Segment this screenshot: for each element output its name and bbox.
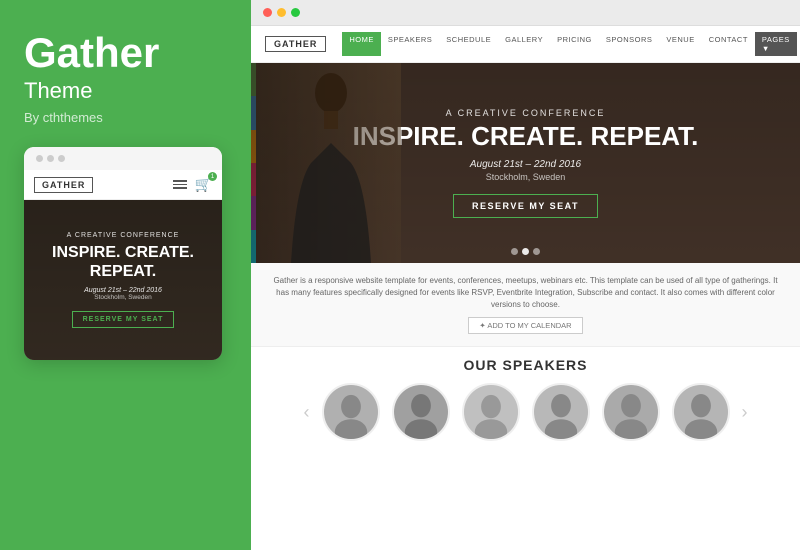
nav-speakers[interactable]: SPEAKERS xyxy=(381,32,439,56)
desktop-logo: GATHER xyxy=(265,36,326,52)
desktop-hero-city: Stockholm, Sweden xyxy=(486,172,566,182)
hero-person xyxy=(251,63,401,263)
mobile-cta-button[interactable]: RESERVE MY SEAT xyxy=(72,311,175,328)
mobile-logo: GATHER xyxy=(34,177,93,193)
carousel-next-arrow[interactable]: › xyxy=(742,402,748,423)
cart-icon[interactable]: 🛒 1 xyxy=(195,176,212,193)
nav-pages[interactable]: PAGES ▼ xyxy=(755,32,797,56)
speaker-avatar-1[interactable] xyxy=(322,383,380,441)
speakers-row: ‹ xyxy=(271,383,780,441)
hero-dot-3[interactable] xyxy=(533,248,540,255)
mobile-mockup: GATHER 🛒 1 A CREATIVE CONFERENCE INSPIRE… xyxy=(24,147,222,360)
browser-chrome xyxy=(251,0,800,26)
app-subtitle: Theme xyxy=(24,78,92,104)
hero-dot-2[interactable] xyxy=(522,248,529,255)
hero-carousel-dots xyxy=(511,248,540,255)
browser-dot-yellow xyxy=(277,8,286,17)
mobile-topbar xyxy=(24,147,222,170)
desktop-hero: A CREATIVE CONFERENCE INSPIRE. CREATE. R… xyxy=(251,63,800,263)
browser-dot-red xyxy=(263,8,272,17)
carousel-prev-arrow[interactable]: ‹ xyxy=(304,402,310,423)
mobile-nav: GATHER 🛒 1 xyxy=(24,170,222,200)
nav-venue[interactable]: VENUE xyxy=(659,32,701,56)
mobile-hero-city: Stockholm, Sweden xyxy=(94,294,151,301)
speaker-avatar-4[interactable] xyxy=(532,383,590,441)
mobile-hero-title: INSPIRE. CREATE. REPEAT. xyxy=(34,243,212,281)
right-panel: GATHER HOME SPEAKERS SCHEDULE GALLERY PR… xyxy=(248,0,800,550)
speakers-title: OUR SPEAKERS xyxy=(271,357,780,373)
speakers-section: OUR SPEAKERS ‹ xyxy=(251,347,800,550)
mobile-dot-yellow xyxy=(47,155,54,162)
speaker-avatar-3[interactable] xyxy=(462,383,520,441)
desktop-cta-button[interactable]: RESERVE MY SEAT xyxy=(453,194,598,218)
description-section: Gather is a responsive website template … xyxy=(251,263,800,347)
app-title: Gather xyxy=(24,30,159,76)
hamburger-icon[interactable] xyxy=(173,180,187,189)
speaker-avatar-2[interactable] xyxy=(392,383,450,441)
speaker-avatar-6[interactable] xyxy=(672,383,730,441)
nav-pricing[interactable]: PRICING xyxy=(550,32,599,56)
cart-badge: 1 xyxy=(208,172,217,181)
mobile-hero-subtitle: A CREATIVE CONFERENCE xyxy=(67,232,180,239)
nav-home[interactable]: HOME xyxy=(342,32,381,56)
desktop-site: GATHER HOME SPEAKERS SCHEDULE GALLERY PR… xyxy=(251,26,800,550)
desktop-hero-subtitle: A CREATIVE CONFERENCE xyxy=(446,108,606,118)
nav-gallery[interactable]: GALLERY xyxy=(498,32,550,56)
left-panel: Gather Theme By cththemes GATHER 🛒 1 xyxy=(0,0,248,550)
mobile-dot-red xyxy=(36,155,43,162)
desktop-hero-date: August 21st – 22nd 2016 xyxy=(470,159,581,170)
hero-dot-1[interactable] xyxy=(511,248,518,255)
app-author: By cththemes xyxy=(24,110,103,125)
mobile-dot-green xyxy=(58,155,65,162)
add-calendar-button[interactable]: ✦ ADD TO MY CALENDAR xyxy=(468,317,582,334)
nav-contact[interactable]: CONTACT xyxy=(702,32,755,56)
browser-dot-green xyxy=(291,8,300,17)
description-text: Gather is a responsive website template … xyxy=(271,275,780,311)
mobile-hero-date: August 21st – 22nd 2016 xyxy=(84,287,162,294)
desktop-hero-title: INSPIRE. CREATE. REPEAT. xyxy=(353,122,699,151)
mobile-hero: A CREATIVE CONFERENCE INSPIRE. CREATE. R… xyxy=(24,200,222,360)
nav-schedule[interactable]: SCHEDULE xyxy=(439,32,498,56)
nav-sponsors[interactable]: SPONSORS xyxy=(599,32,660,56)
desktop-nav: GATHER HOME SPEAKERS SCHEDULE GALLERY PR… xyxy=(251,26,800,63)
desktop-nav-links: HOME SPEAKERS SCHEDULE GALLERY PRICING S… xyxy=(342,32,796,56)
speaker-avatar-5[interactable] xyxy=(602,383,660,441)
